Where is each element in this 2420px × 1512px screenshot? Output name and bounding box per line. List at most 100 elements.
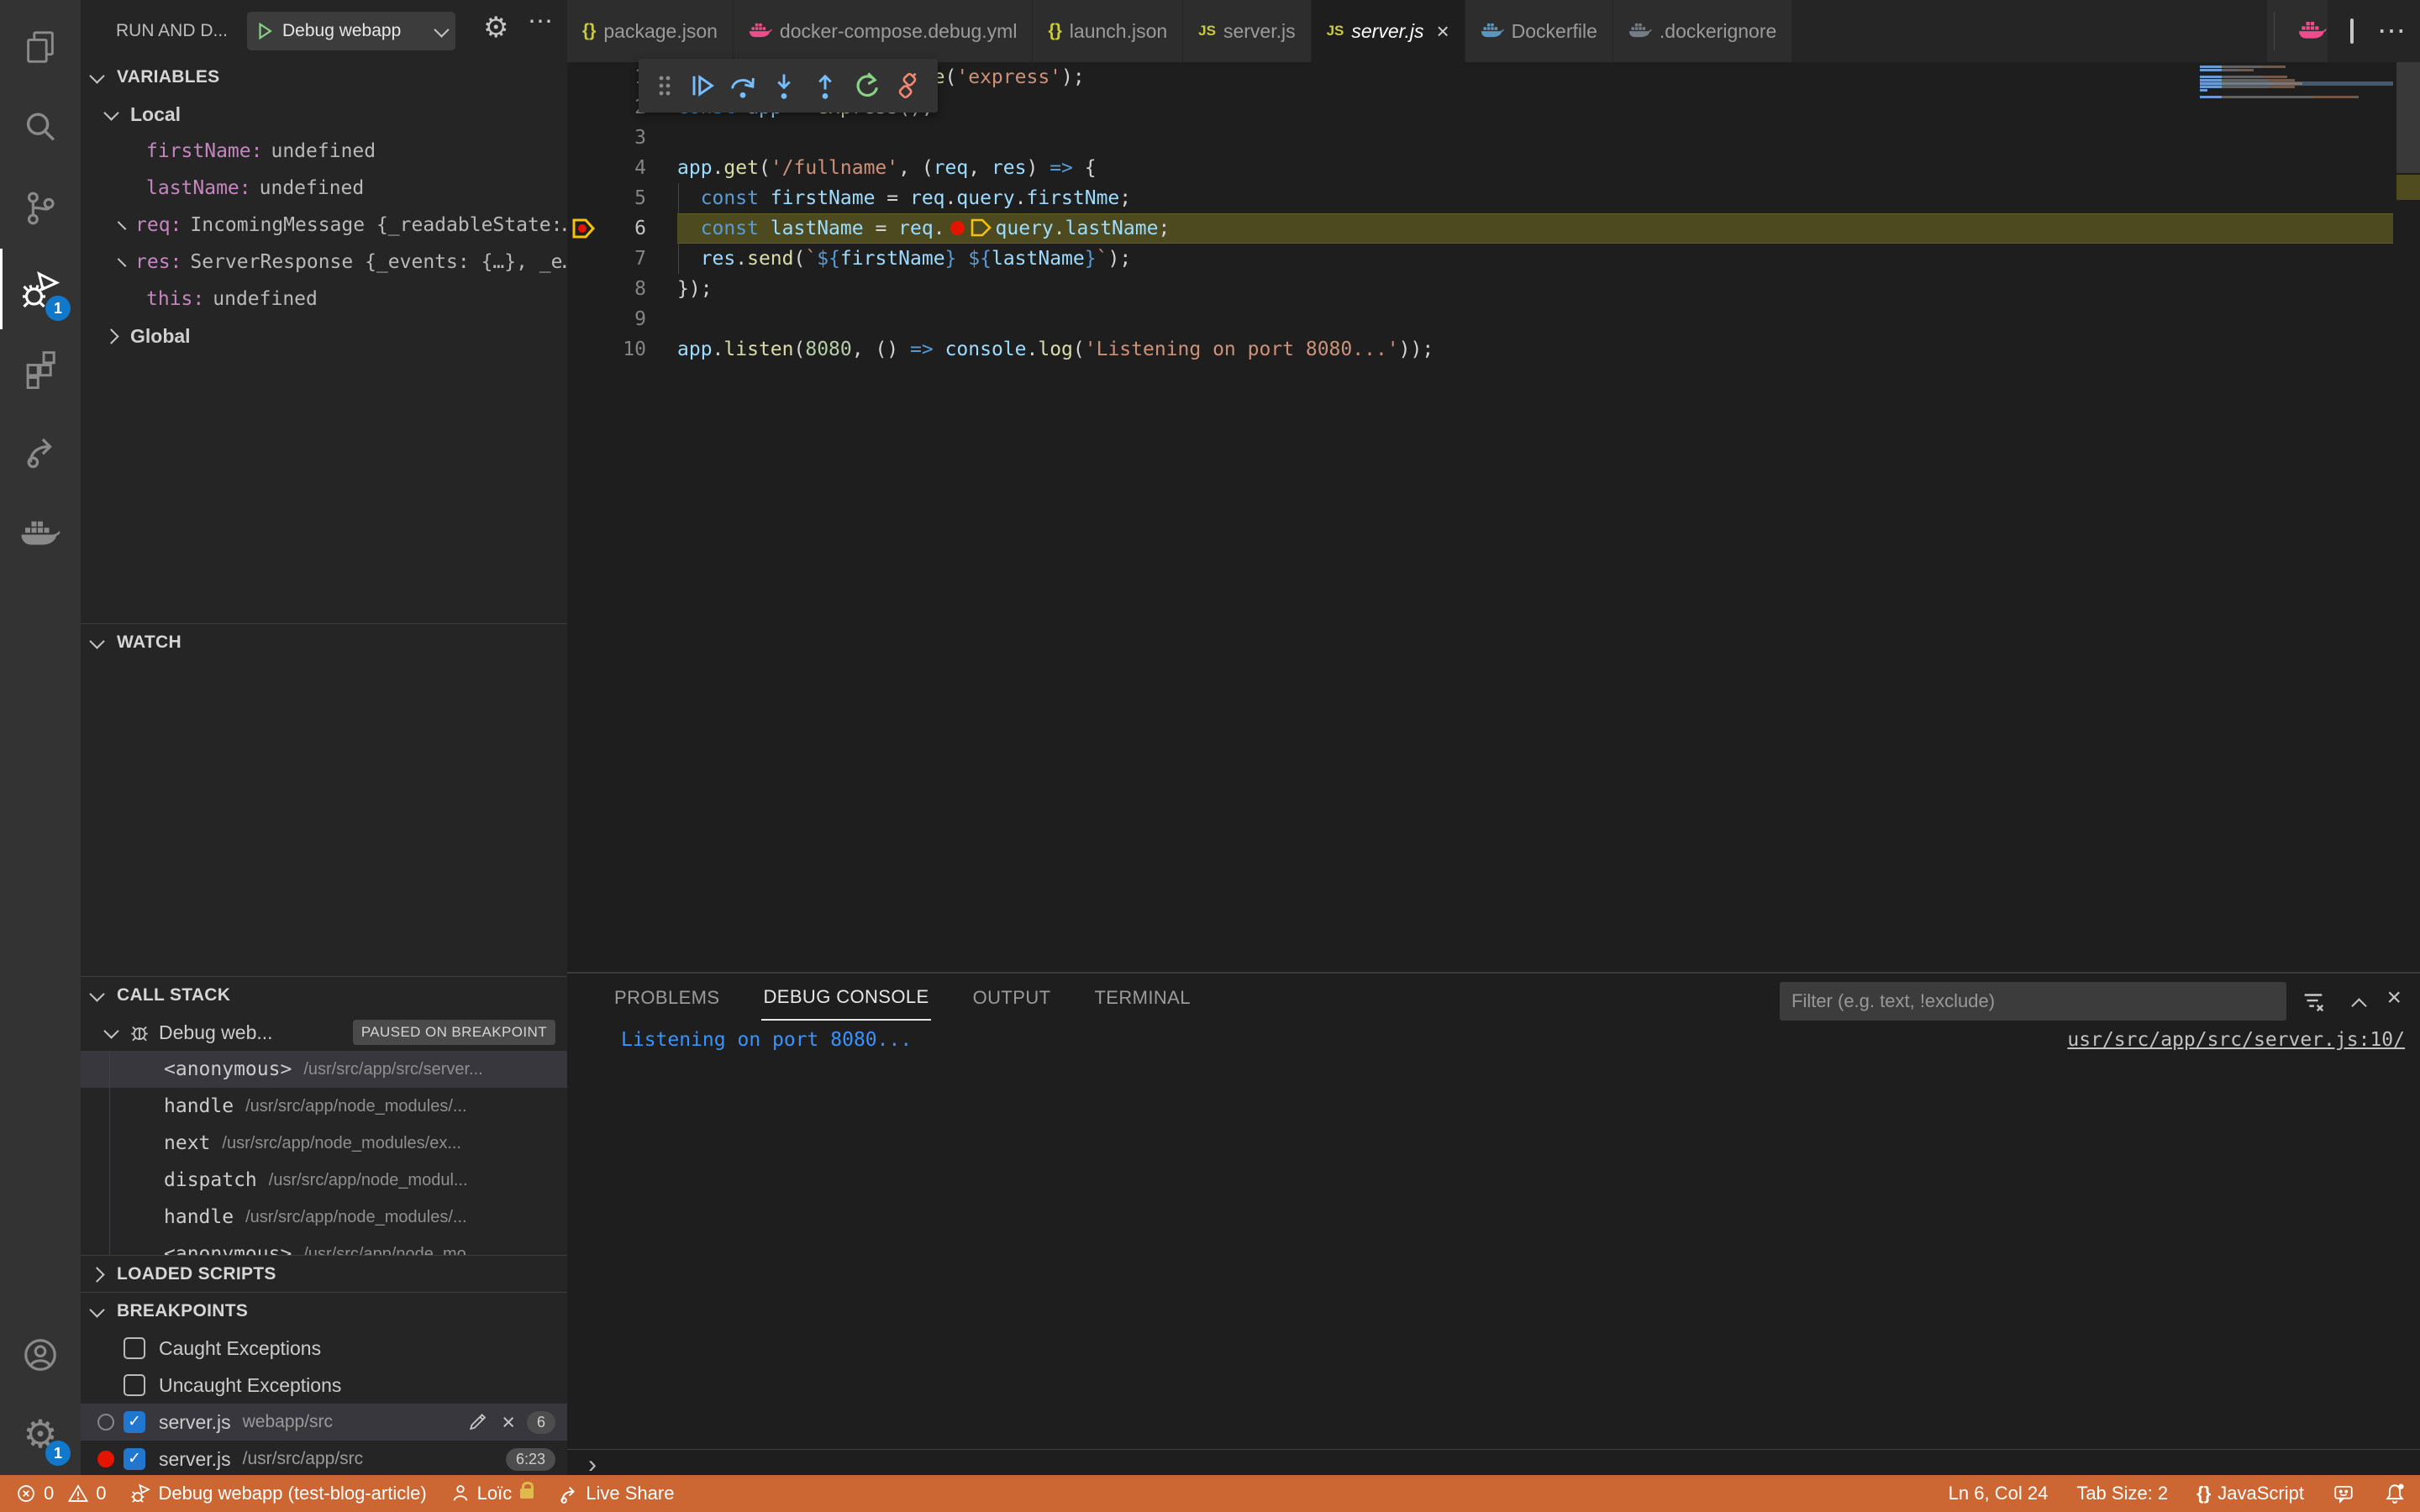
- remove-breakpoint-icon[interactable]: ×: [502, 1410, 515, 1436]
- stack-frame[interactable]: <anonymous>/usr/src/app/node_mo...: [81, 1236, 567, 1256]
- scope-Local[interactable]: Local: [81, 96, 567, 133]
- step-into-icon[interactable]: [769, 71, 799, 101]
- cursor-position[interactable]: Ln 6, Col 24: [1949, 1483, 2049, 1504]
- extensions-icon[interactable]: [0, 329, 81, 410]
- indentation-status[interactable]: Tab Size: 2: [2076, 1483, 2168, 1504]
- chevron-down-icon: [89, 986, 104, 1001]
- accounts-icon[interactable]: [0, 1315, 81, 1395]
- code-line-6[interactable]: 6 const lastName = req.query.lastName;: [567, 213, 2420, 244]
- code-editor[interactable]: 1const express = require('express');2con…: [567, 62, 2420, 972]
- overview-ruler[interactable]: [2396, 62, 2420, 972]
- step-out-icon[interactable]: [810, 71, 840, 101]
- debug-console-filter-input[interactable]: [1780, 982, 2286, 1021]
- code-line-5[interactable]: 5 const firstName = req.query.firstNme;: [567, 183, 2420, 213]
- gutter[interactable]: 9: [567, 304, 677, 334]
- variable-value: undefined: [260, 177, 365, 199]
- continue-icon[interactable]: [687, 71, 717, 101]
- more-editor-actions-icon[interactable]: ⋯: [2377, 14, 2408, 48]
- panel-tab-debug-console[interactable]: DEBUG CONSOLE: [761, 975, 930, 1021]
- close-tab-icon[interactable]: ×: [1436, 18, 1449, 45]
- user-status[interactable]: Loïc: [450, 1483, 534, 1504]
- more-actions-icon[interactable]: ⋯: [528, 7, 555, 36]
- disconnect-icon[interactable]: [892, 71, 923, 101]
- settings-gear-icon[interactable]: ⚙ 1: [0, 1394, 81, 1474]
- panel-tab-problems[interactable]: PROBLEMS: [613, 976, 721, 1020]
- notifications-bell-icon[interactable]: [2383, 1482, 2407, 1505]
- code-line-10[interactable]: 10app.listen(8080, () => console.log('Li…: [567, 334, 2420, 365]
- exception-breakpoint[interactable]: Uncaught Exceptions: [81, 1367, 567, 1404]
- exception-breakpoint[interactable]: Caught Exceptions: [81, 1330, 567, 1367]
- stack-frame[interactable]: <anonymous>/usr/src/app/src/server...: [81, 1051, 567, 1088]
- docker-action-icon[interactable]: [2298, 17, 2327, 45]
- watch-header[interactable]: WATCH: [81, 624, 567, 661]
- live-share-icon[interactable]: [0, 410, 81, 491]
- code-line-8[interactable]: 8});: [567, 274, 2420, 304]
- call-stack-header[interactable]: CALL STACK: [81, 977, 567, 1014]
- gutter[interactable]: 10: [567, 334, 677, 365]
- search-icon[interactable]: [0, 87, 81, 168]
- collapse-panel-icon[interactable]: [2354, 994, 2365, 1016]
- clear-filter-icon[interactable]: [2301, 989, 2326, 1019]
- variable-this[interactable]: this:undefined: [81, 281, 567, 318]
- breakpoints-header[interactable]: BREAKPOINTS: [81, 1293, 567, 1330]
- code-line-9[interactable]: 9: [567, 304, 2420, 334]
- code-line-3[interactable]: 3: [567, 123, 2420, 153]
- gutter[interactable]: 4: [567, 153, 677, 183]
- stack-frame[interactable]: handle/usr/src/app/node_modules/...: [81, 1199, 567, 1236]
- edit-breakpoint-icon[interactable]: [466, 1409, 488, 1436]
- explorer-icon[interactable]: [0, 7, 81, 87]
- docker-icon[interactable]: [0, 491, 81, 571]
- scrollbar-thumb[interactable]: [2396, 62, 2420, 173]
- restart-icon[interactable]: [851, 71, 881, 101]
- loaded-scripts-header[interactable]: LOADED SCRIPTS: [81, 1256, 567, 1293]
- variables-header[interactable]: VARIABLES: [81, 59, 567, 96]
- tab-server.js[interactable]: JSserver.js: [1183, 0, 1311, 62]
- tab-launch.json[interactable]: {}launch.json: [1033, 0, 1183, 62]
- stack-frame[interactable]: dispatch/usr/src/app/node_modul...: [81, 1162, 567, 1199]
- checkbox[interactable]: ✓: [124, 1448, 145, 1470]
- stack-frame[interactable]: next/usr/src/app/node_modules/ex...: [81, 1125, 567, 1162]
- feedback-icon[interactable]: [2333, 1483, 2354, 1504]
- debug-session-row[interactable]: Debug web... PAUSED ON BREAKPOINT: [81, 1014, 567, 1051]
- panel-tab-terminal[interactable]: TERMINAL: [1092, 976, 1192, 1020]
- gutter[interactable]: 7: [567, 244, 677, 274]
- tab-docker-compose.debug.yml[interactable]: docker-compose.debug.yml: [734, 0, 1034, 62]
- breakpoint-row[interactable]: ✓server.jswebapp/src×6: [81, 1404, 567, 1441]
- console-source-link[interactable]: usr/src/app/src/server.js:10/: [2067, 1029, 2405, 1051]
- checkbox[interactable]: ✓: [124, 1411, 145, 1433]
- session-label: Debug web...: [159, 1021, 273, 1044]
- variable-req[interactable]: req:IncomingMessage {_readableState:…: [81, 207, 567, 244]
- gutter[interactable]: 8: [567, 274, 677, 304]
- scope-Global[interactable]: Global: [81, 318, 567, 354]
- code-line-7[interactable]: 7 res.send(`${firstName} ${lastName}`);: [567, 244, 2420, 274]
- problems-status[interactable]: 0 0: [15, 1483, 107, 1504]
- gutter[interactable]: 5: [567, 183, 677, 213]
- language-mode[interactable]: {} JavaScript: [2196, 1483, 2304, 1504]
- panel-tab-output[interactable]: OUTPUT: [971, 976, 1053, 1020]
- breakpoint-row[interactable]: ✓server.js/usr/src/app/src6:23: [81, 1441, 567, 1475]
- checkbox[interactable]: [124, 1337, 145, 1359]
- variable-firstName[interactable]: firstName:undefined: [81, 133, 567, 170]
- tab-package.json[interactable]: {}package.json: [567, 0, 734, 62]
- step-over-icon[interactable]: [728, 71, 758, 101]
- source-control-icon[interactable]: [0, 168, 81, 249]
- gutter[interactable]: 3: [567, 123, 677, 153]
- split-editor-icon[interactable]: [2350, 20, 2354, 43]
- variable-lastName[interactable]: lastName:undefined: [81, 170, 567, 207]
- gutter[interactable]: 6: [567, 213, 677, 244]
- launch-config-dropdown[interactable]: Debug webapp: [247, 12, 455, 50]
- run-and-debug-icon[interactable]: 1: [0, 249, 81, 329]
- debug-status[interactable]: Debug webapp (test-blog-article): [130, 1483, 427, 1504]
- tab-Dockerfile[interactable]: Dockerfile: [1465, 0, 1613, 62]
- close-panel-icon[interactable]: ×: [2386, 984, 2402, 1012]
- tab-.dockerignore[interactable]: .dockerignore: [1613, 0, 1792, 62]
- toolbar-drag-handle[interactable]: [654, 73, 676, 98]
- stack-frame[interactable]: handle/usr/src/app/node_modules/...: [81, 1088, 567, 1125]
- checkbox[interactable]: [124, 1374, 145, 1396]
- live-share-status[interactable]: Live Share: [557, 1483, 674, 1504]
- configure-gear-icon[interactable]: ⚙: [483, 11, 508, 45]
- variable-res[interactable]: res:ServerResponse {_events: {…}, _e…: [81, 244, 567, 281]
- inline-breakpoint-icon[interactable]: [950, 221, 965, 235]
- tab-server.js[interactable]: JSserver.js×: [1312, 0, 1465, 62]
- code-line-4[interactable]: 4app.get('/fullname', (req, res) => {: [567, 153, 2420, 183]
